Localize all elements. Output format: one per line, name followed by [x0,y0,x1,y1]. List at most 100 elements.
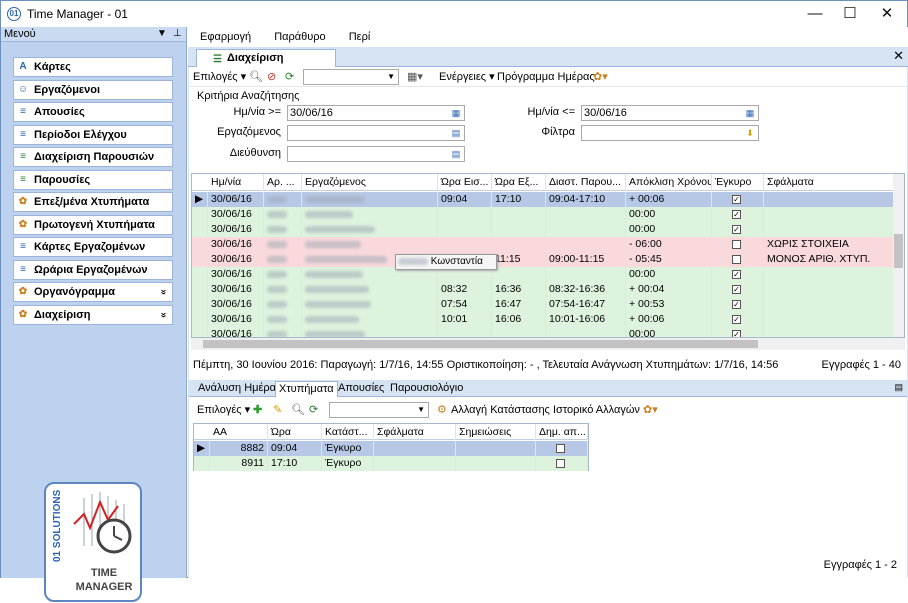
sidebar-item[interactable]: ☺ Εργαζόμενοι [13,79,173,100]
change-history-button[interactable]: Ιστορικό Αλλαγών [553,403,640,417]
table-row[interactable]: 30/06/16 08:32 16:36 08:32-16:36 + 00:04 ✓ [192,282,904,297]
add-icon[interactable]: ✚ [253,403,262,417]
expand-icon[interactable]: » [154,289,172,295]
menu-window[interactable]: Παράθυρο [274,27,325,47]
department-field[interactable]: ▤ [287,146,465,162]
minimize-button[interactable]: — [797,1,833,27]
column-header[interactable]: Έγκυρο [712,174,764,191]
tab-punches[interactable]: Χτυπήματα [275,381,338,397]
sidebar-item[interactable]: ✿ Πρωτογενή Χτυπήματα [13,214,173,235]
menu-about[interactable]: Περί [349,27,371,47]
table-row[interactable]: ▶ 8882 09:04 Έγκυρο [194,441,588,456]
sidebar-item[interactable]: A Κάρτες [13,57,173,77]
date-to-field[interactable]: 30/06/16 ▦ [581,105,759,121]
column-header[interactable]: Ώρα Εισ... [438,174,492,191]
column-header[interactable]: Απόκλιση Χρόνου [626,174,712,191]
table-row[interactable]: 30/06/16 11:15 09:00-11:15- 05:45 ΜΟΝΟΣ ΑΡΙ… [192,252,904,267]
horizontal-scrollbar[interactable] [191,338,905,350]
actions-menu-button[interactable]: Ενέργειες ▾ [439,70,495,84]
date-from-field[interactable]: 30/06/16 ▦ [287,105,465,121]
tab-absences[interactable]: Απουσίες [335,381,387,397]
refresh-icon[interactable]: ⟳ [309,403,318,417]
valid-checkbox[interactable] [732,239,741,249]
tab-day-analysis[interactable]: Ανάλυση Ημέρας [195,381,284,397]
settings-gears-icon[interactable]: ✿▾ [643,403,658,417]
expand-icon[interactable]: » [154,312,172,318]
day-schedule-button[interactable]: Πρόγραμμα Ημέρας [497,70,595,84]
column-header[interactable]: Εργαζόμενος [302,174,438,191]
valid-checkbox[interactable]: ✓ [732,329,741,337]
punches-options-button[interactable]: Επιλογές ▾ [197,403,250,417]
column-header[interactable]: Σφάλματα [764,174,904,191]
search-icon[interactable]: 🔍︎ [291,403,305,417]
calendar-icon[interactable]: ▦ [450,107,462,119]
edit-icon[interactable]: ✎ [273,403,282,417]
clear-search-icon[interactable]: ⊘ [267,70,276,84]
column-header[interactable]: Δημ. απ... [536,424,588,440]
sidebar-item[interactable]: ≡ Ωράρια Εργαζομένων [13,259,173,280]
table-row[interactable]: 8911 17:10 Έγκυρο [194,456,588,471]
public-checkbox[interactable] [556,443,565,453]
table-row[interactable]: 30/06/16 07:54 16:47 07:54-16:47 + 00:53 ✓ [192,297,904,312]
table-row[interactable]: 30/06/16 00:00 ✓ [192,222,904,237]
table-row[interactable]: 30/06/16 00:00 ✓ [192,207,904,222]
punches-view-select[interactable]: ▼ [329,402,429,418]
settings-gears-icon[interactable]: ✿▾ [593,70,608,84]
sidebar-item[interactable]: ✿ Οργανόγραμμα » [13,282,173,302]
column-header[interactable]: Αρ. ... [264,174,302,191]
panel-menu-icon[interactable]: ▤ [894,382,903,393]
valid-checkbox[interactable] [732,254,741,264]
filter-arrow-icon[interactable]: ⬇ [744,127,756,139]
column-header[interactable]: ΑΑ [210,424,268,440]
column-header[interactable]: Ώρα Εξ... [492,174,546,191]
maximize-button[interactable]: ☐ [832,1,868,27]
valid-checkbox[interactable]: ✓ [732,269,741,279]
column-header[interactable]: Κατάστ... [322,424,374,440]
lookup-icon[interactable]: ▤ [450,127,462,139]
sidebar-item[interactable]: ✿ Διαχείριση » [13,304,173,325]
table-row[interactable]: 30/06/16 - 06:00 ΧΩΡΙΣ ΣΤΟΙΧΕΙΑ [192,237,904,252]
layout-icon[interactable]: ▦▾ [407,70,423,84]
menu-application[interactable]: Εφαρμογή [200,27,251,47]
table-row[interactable]: 30/06/16 10:01 16:06 10:01-16:06 + 00:06 ✓ [192,312,904,327]
close-button[interactable]: ✕ [869,1,905,27]
tab-attendance-management[interactable]: ☰ Διαχείριση Παρουσιών [196,49,336,80]
scrollbar-thumb[interactable] [894,234,903,268]
options-menu-button[interactable]: Επιλογές ▾ [193,70,246,84]
filter-field[interactable]: ⬇ [581,125,759,141]
sidebar-item[interactable]: ≡ Κάρτες Εργαζομένων [13,237,173,257]
change-state-button[interactable]: Αλλαγή Κατάστασης [451,403,550,417]
vertical-scrollbar[interactable] [893,174,904,337]
pin-icon[interactable]: ⊥ [173,27,182,41]
close-tab-icon[interactable]: ✕ [893,48,904,64]
view-select[interactable]: ▼ [303,69,399,85]
column-header[interactable]: Ημ/νία [208,174,264,191]
sidebar-item[interactable]: ≡ Παρουσίες [13,169,173,190]
valid-checkbox[interactable]: ✓ [732,209,741,219]
sidebar-dropdown-icon[interactable]: ▼ [157,27,167,41]
sidebar-item[interactable]: ≡ Απουσίες [13,102,173,122]
column-header[interactable]: Ώρα [268,424,322,440]
column-header[interactable]: Διαστ. Παρου... [546,174,626,191]
valid-checkbox[interactable]: ✓ [732,299,741,309]
valid-checkbox[interactable]: ✓ [732,224,741,234]
column-header[interactable]: Σφάλματα [374,424,456,440]
table-row[interactable]: 30/06/16 00:00 ✓ [192,267,904,282]
valid-checkbox[interactable]: ✓ [732,194,741,204]
table-row[interactable]: 30/06/16 00:00 ✓ [192,327,904,337]
tab-attendance-sheet[interactable]: Παρουσιολόγιο [387,381,466,397]
calendar-icon[interactable]: ▦ [744,107,756,119]
table-row[interactable]: ▶ 30/06/16 09:04 17:10 09:04-17:10 + 00:06 ✓ [192,192,904,207]
public-checkbox[interactable] [556,458,565,468]
employee-field[interactable]: ▤ [287,125,465,141]
search-icon[interactable]: 🔍︎ [249,70,263,84]
sidebar-item[interactable]: ≡ Διαχείριση Παρουσιών [13,147,173,167]
h-scrollbar-thumb[interactable] [203,340,758,348]
sidebar-item[interactable]: ≡ Περίοδοι Ελέγχου [13,124,173,145]
valid-checkbox[interactable]: ✓ [732,284,741,294]
lookup-icon[interactable]: ▤ [450,148,462,160]
sidebar-item[interactable]: ✿ Επεξ/μένα Χτυπήματα [13,192,173,212]
valid-checkbox[interactable]: ✓ [732,314,741,324]
column-header[interactable]: Σημειώσεις [456,424,536,440]
refresh-search-icon[interactable]: ⟳ [285,70,294,84]
